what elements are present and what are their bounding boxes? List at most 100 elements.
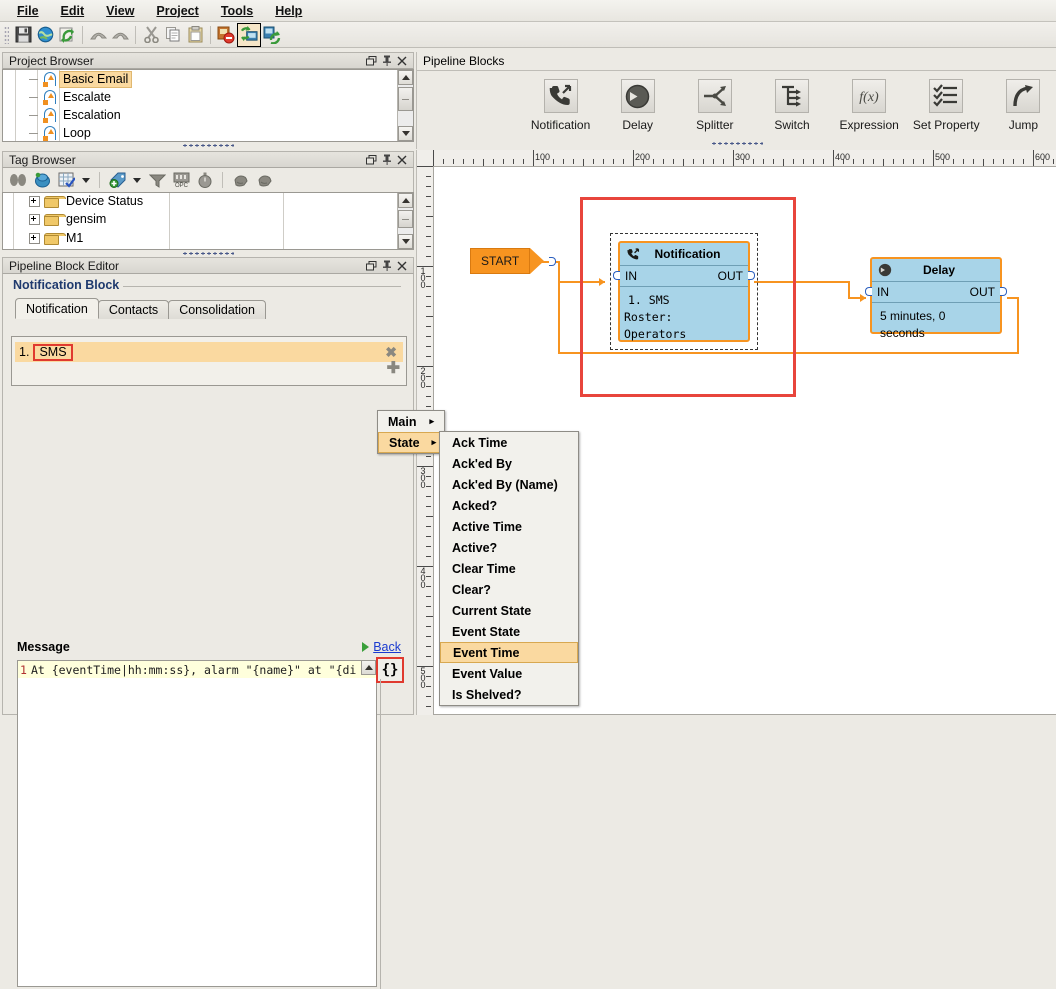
project-browser-scrollbar[interactable] [397, 70, 413, 141]
state-item-event-state[interactable]: Event State [440, 621, 578, 642]
remove-notification-button[interactable]: ✖ [385, 346, 397, 358]
close-icon[interactable] [394, 153, 409, 166]
pin-icon[interactable] [379, 153, 394, 166]
state-item-event-value[interactable]: Event Value [440, 663, 578, 684]
menu-edit[interactable]: Edit [50, 2, 96, 20]
notification-list-row[interactable]: 1. SMS ✖ [15, 342, 403, 362]
drag-in-button[interactable] [229, 169, 251, 191]
pin-icon[interactable] [379, 54, 394, 67]
menu-help[interactable]: Help [264, 2, 313, 20]
chevron-down-icon[interactable] [133, 178, 141, 183]
notification-block[interactable]: Notification IN OUT 1. SMS Roster: Opera… [618, 241, 750, 342]
tree-item-loop[interactable]: Loop [3, 124, 413, 142]
paste-button[interactable] [184, 24, 206, 46]
notification-block-button[interactable] [544, 79, 578, 113]
tree-item-escalation[interactable]: Escalation [3, 106, 413, 124]
state-item-event-time[interactable]: Event Time [440, 642, 578, 663]
menu-project[interactable]: Project [145, 2, 209, 20]
project-browser-tree[interactable]: Basic Email Escalate Escalation Loop [2, 69, 414, 142]
delay-block[interactable]: Delay IN OUT 5 minutes, 0 seconds [870, 257, 1002, 334]
opc-button[interactable]: OPC [170, 169, 192, 191]
expression-block-button[interactable]: f(x) [852, 79, 886, 113]
palette-item-splitter[interactable]: Splitter [681, 79, 748, 132]
palette-item-expression[interactable]: f(x) Expression [836, 79, 903, 132]
scroll-up-button[interactable] [398, 70, 413, 85]
back-link[interactable]: Back [373, 640, 401, 654]
palette-item-set-property[interactable]: Set Property [913, 79, 980, 132]
cut-button[interactable] [140, 24, 162, 46]
state-item-clear[interactable]: Clear? [440, 579, 578, 600]
expand-icon[interactable] [29, 214, 40, 225]
close-icon[interactable] [394, 54, 409, 67]
state-item-clear-time[interactable]: Clear Time [440, 558, 578, 579]
browse-tags-button[interactable] [7, 169, 29, 191]
switch-block-button[interactable] [775, 79, 809, 113]
menu-tools[interactable]: Tools [210, 2, 264, 20]
state-item-is-shelved[interactable]: Is Shelved? [440, 684, 578, 705]
restore-icon[interactable] [364, 259, 379, 272]
comm-read-button[interactable] [237, 23, 261, 47]
menu-view[interactable]: View [95, 2, 145, 20]
state-item-acked-by[interactable]: Ack'ed By [440, 453, 578, 474]
publish-button[interactable] [34, 24, 56, 46]
palette-resize-grip[interactable] [417, 140, 1056, 146]
tab-consolidation[interactable]: Consolidation [168, 300, 266, 319]
delay-in-port[interactable] [865, 287, 872, 296]
undo-button[interactable] [87, 24, 109, 46]
scroll-down-button[interactable] [398, 234, 413, 249]
palette-item-switch[interactable]: Switch [758, 79, 825, 132]
menu-file[interactable]: File [6, 2, 50, 20]
add-notification-button[interactable]: ✚ [387, 363, 400, 375]
tag-browser-tree[interactable]: Device Status gensim M1 [2, 192, 414, 250]
save-button[interactable] [12, 24, 34, 46]
comm-off-button[interactable] [215, 24, 237, 46]
scroll-thumb[interactable] [398, 87, 413, 111]
state-item-active[interactable]: Active? [440, 537, 578, 558]
panel-resize-grip[interactable] [2, 142, 414, 148]
state-item-acked-by-name[interactable]: Ack'ed By (Name) [440, 474, 578, 495]
filter-tags-button[interactable] [146, 169, 168, 191]
drag-out-button[interactable] [253, 169, 275, 191]
timer-button[interactable] [194, 169, 216, 191]
restore-icon[interactable] [364, 153, 379, 166]
tag-tree-item-device-status[interactable]: Device Status [3, 193, 413, 210]
expand-icon[interactable] [29, 196, 40, 207]
start-out-port[interactable] [549, 257, 556, 266]
expand-icon[interactable] [29, 233, 40, 244]
tree-item-basic-email[interactable]: Basic Email [3, 70, 413, 88]
redo-button[interactable] [109, 24, 131, 46]
pin-icon[interactable] [379, 259, 394, 272]
scroll-down-button[interactable] [398, 126, 413, 141]
state-item-current-state[interactable]: Current State [440, 600, 578, 621]
panel-resize-grip[interactable] [2, 250, 414, 256]
tag-tree-item-m1[interactable]: M1 [3, 229, 413, 248]
palette-item-delay[interactable]: Delay [604, 79, 671, 132]
close-icon[interactable] [394, 259, 409, 272]
context-menu-item-state[interactable]: State ▸ [378, 432, 444, 453]
state-item-acked[interactable]: Acked? [440, 495, 578, 516]
palette-item-jump[interactable]: Jump [990, 79, 1056, 132]
notification-out-port[interactable] [748, 271, 755, 280]
update-button[interactable] [56, 24, 78, 46]
notification-in-port[interactable] [613, 271, 620, 280]
scroll-up-button[interactable] [398, 193, 413, 208]
tag-provider-button[interactable] [31, 169, 53, 191]
tag-browser-scrollbar[interactable] [397, 193, 413, 249]
state-item-active-time[interactable]: Active Time [440, 516, 578, 537]
tab-contacts[interactable]: Contacts [98, 300, 169, 319]
restore-icon[interactable] [364, 54, 379, 67]
chevron-down-icon[interactable] [82, 178, 90, 183]
splitter-block-button[interactable] [698, 79, 732, 113]
tag-tree-item-gensim[interactable]: gensim [3, 210, 413, 229]
tree-item-escalate[interactable]: Escalate [3, 88, 413, 106]
scroll-thumb[interactable] [398, 210, 413, 228]
delay-out-port[interactable] [1000, 287, 1007, 296]
comm-readwrite-button[interactable] [261, 24, 283, 46]
delay-block-button[interactable] [621, 79, 655, 113]
toolbar-grip[interactable] [4, 26, 9, 44]
back-link-wrap[interactable]: Back [362, 640, 401, 654]
message-line-1[interactable]: 1 At {eventTime|hh:mm:ss}, alarm "{name}… [18, 661, 376, 678]
palette-item-notification[interactable]: Notification [527, 79, 594, 132]
new-tag-button[interactable] [106, 169, 128, 191]
state-item-ack-time[interactable]: Ack Time [440, 432, 578, 453]
